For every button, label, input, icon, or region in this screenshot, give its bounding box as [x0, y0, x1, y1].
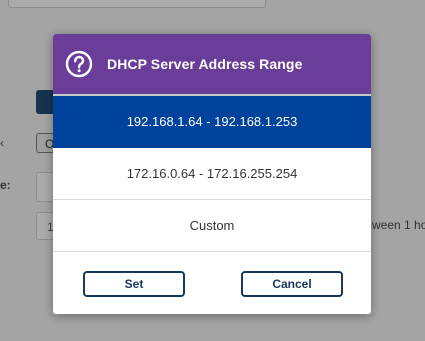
- background-helper-text: ween 1 ho: [372, 218, 425, 232]
- dialog-actions: Set Cancel: [53, 271, 371, 297]
- background-label: e:: [0, 178, 11, 192]
- background-label: ‹: [0, 136, 4, 150]
- option-range-172[interactable]: 172.16.0.64 - 172.16.255.254: [53, 148, 371, 200]
- background-input: [8, 0, 266, 8]
- dialog-header: DHCP Server Address Range: [53, 34, 371, 96]
- dialog-title: DHCP Server Address Range: [107, 56, 303, 72]
- option-custom[interactable]: Custom: [53, 200, 371, 252]
- cancel-button[interactable]: Cancel: [241, 271, 343, 297]
- set-button[interactable]: Set: [83, 271, 185, 297]
- question-circle-icon: [65, 50, 93, 78]
- dhcp-range-dialog: DHCP Server Address Range 192.168.1.64 -…: [53, 34, 371, 314]
- option-range-192[interactable]: 192.168.1.64 - 192.168.1.253: [53, 96, 371, 148]
